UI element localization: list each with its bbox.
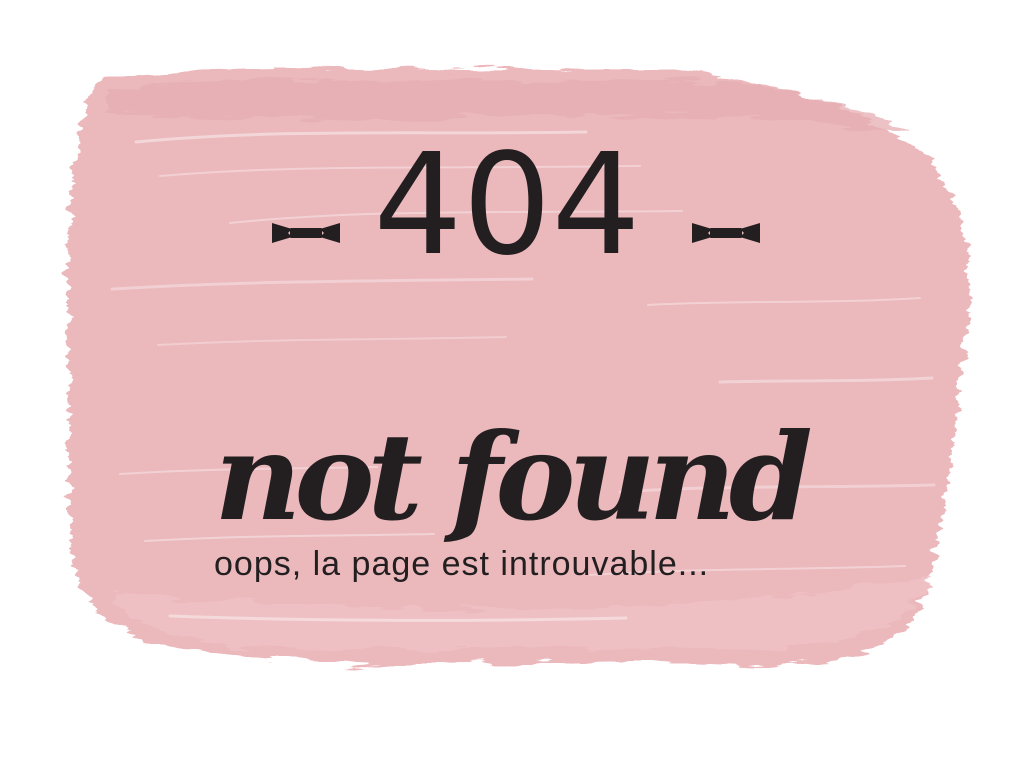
page-not-found-message: oops, la page est introuvable... xyxy=(214,545,710,583)
error-code-text: 404 xyxy=(373,124,641,287)
ribbon-bow-icon xyxy=(272,223,340,243)
ribbon-bow-icon xyxy=(692,223,760,243)
error-code-row: 404 xyxy=(250,126,770,286)
not-found-page: 404 not found oops, la page est introuva… xyxy=(0,0,1026,764)
error-message-panel: 404 not found oops, la page est introuva… xyxy=(0,0,1026,764)
